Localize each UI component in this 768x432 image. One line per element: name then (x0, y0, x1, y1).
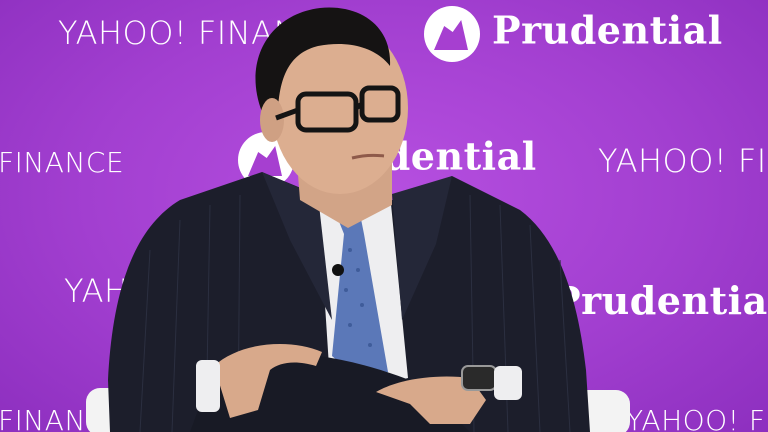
lapel-microphone (332, 264, 344, 276)
seated-man (86, 7, 630, 432)
left-shirt-cuff (196, 360, 220, 412)
ear (260, 98, 284, 142)
wristwatch (461, 365, 497, 391)
right-shirt-cuff (494, 366, 522, 400)
photo-scene: YAHOO! FINANCE Prudential FINANCE Pruden… (0, 0, 768, 432)
